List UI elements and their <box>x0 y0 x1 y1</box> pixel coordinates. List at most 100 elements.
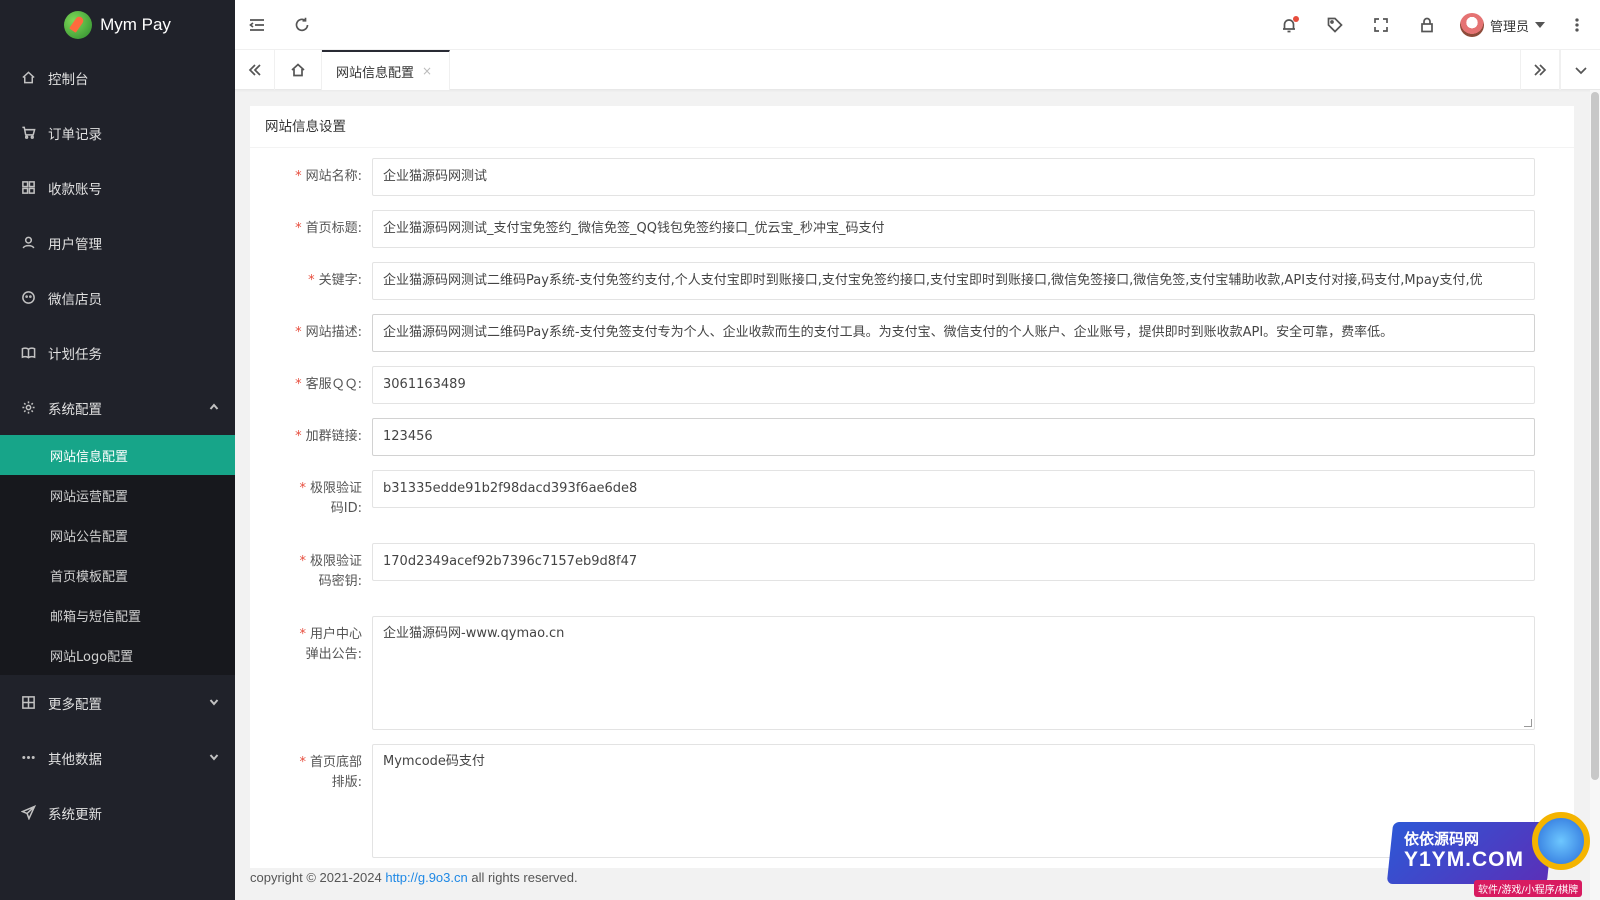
sidebar-item-tasks[interactable]: 计划任务 <box>0 325 235 380</box>
captcha-key-input[interactable]: 170d2349acef92b7396c7157eb9d8f47 <box>372 543 1535 581</box>
label-text: 网站名称: <box>305 169 362 184</box>
label-text: 加群链接: <box>305 429 362 444</box>
sidebar-item-system-update[interactable]: 系统更新 <box>0 785 235 840</box>
sidebar-item-label: 更多配置 <box>48 696 102 713</box>
label-text: 码密钥: <box>318 574 362 589</box>
more-dots-icon <box>20 750 36 766</box>
close-icon[interactable]: × <box>422 64 432 78</box>
footer-link[interactable]: http://g.9o3.cn <box>385 870 467 885</box>
site-name-input[interactable]: 企业猫源码网测试 <box>372 158 1535 196</box>
submenu-item-site-logo[interactable]: 网站Logo配置 <box>0 635 235 675</box>
service-qq-input[interactable]: 3061163489 <box>372 366 1535 404</box>
field-label: * 关键字: <box>270 271 362 291</box>
label-text: 网站描述: <box>305 325 362 340</box>
resize-grip-icon[interactable] <box>1524 719 1532 727</box>
required-mark: * <box>308 273 315 288</box>
tabs-dropdown-icon[interactable] <box>1560 50 1600 90</box>
gear-icon <box>20 400 36 416</box>
description-input[interactable]: 企业猫源码网测试二维码Pay系统-支付免签支付专为个人、企业收款而生的支付工具。… <box>372 314 1535 352</box>
label-text: 排版: <box>331 775 362 790</box>
sidebar-item-wechat-staff[interactable]: 微信店员 <box>0 270 235 325</box>
wechat-icon <box>20 290 36 306</box>
sidebar-item-dashboard[interactable]: 控制台 <box>0 50 235 105</box>
caret-down-icon <box>1535 22 1546 28</box>
captcha-id-input[interactable]: b31335edde91b2f98dacd393f6ae6de8 <box>372 470 1535 508</box>
label-text: 极限验证 <box>309 481 362 496</box>
tabs-scroll-right-icon[interactable] <box>1520 50 1560 90</box>
sidebar-item-label: 系统配置 <box>48 401 102 418</box>
label-text: 首页底部 <box>309 755 362 770</box>
sidebar-item-orders[interactable]: 订单记录 <box>0 105 235 160</box>
tag-icon[interactable] <box>1324 14 1346 36</box>
sidebar-item-label: 收款账号 <box>48 181 102 198</box>
more-vertical-icon[interactable] <box>1566 14 1588 36</box>
collapse-menu-icon[interactable] <box>246 14 268 36</box>
top-header: 管理员 <box>235 0 1600 50</box>
required-mark: * <box>299 481 306 496</box>
label-text: 关键字: <box>318 273 362 288</box>
field-label: * 加群链接: <box>270 427 362 447</box>
field-label: * 极限验证码密钥: <box>270 552 362 592</box>
bell-icon[interactable] <box>1278 14 1300 36</box>
system-config-submenu: 网站信息配置 网站运营配置 网站公告配置 首页模板配置 邮箱与短信配置 网站Lo… <box>0 435 235 675</box>
field-label: * 用户中心 弹出公告: <box>270 625 362 665</box>
fullscreen-icon[interactable] <box>1370 14 1392 36</box>
sidebar-item-users[interactable]: 用户管理 <box>0 215 235 270</box>
required-mark: * <box>295 377 302 392</box>
tabs-scroll-left-icon[interactable] <box>235 50 275 90</box>
sidebar-item-label: 其他数据 <box>48 751 102 768</box>
username: 管理员 <box>1490 19 1530 35</box>
sidebar-item-system-config[interactable]: 系统配置 <box>0 380 235 435</box>
send-icon <box>20 805 36 821</box>
label-text: 用户中心 <box>309 627 362 642</box>
required-mark: * <box>295 169 302 184</box>
watermark-cn-text: 依依源码网 <box>1404 830 1480 848</box>
settings-card: 网站信息设置 * 网站名称: 企业猫源码网测试 * 首页标题: 企业猫源码网测试_支… <box>250 106 1574 868</box>
home-icon <box>20 70 36 86</box>
keywords-input[interactable]: 企业猫源码网测试二维码Pay系统-支付免签约支付,个人支付宝即时到账接口,支付宝… <box>372 262 1535 300</box>
sidebar-item-other-data[interactable]: 其他数据 <box>0 730 235 785</box>
field-label: * 首页底部 排版: <box>270 753 362 793</box>
refresh-icon[interactable] <box>291 14 313 36</box>
sidebar-item-label: 计划任务 <box>48 346 102 363</box>
home-tab-icon[interactable] <box>275 50 322 90</box>
submenu-item-site-info[interactable]: 网站信息配置 <box>0 435 235 475</box>
watermark-tag: 软件/游戏/小程序/棋牌 <box>1474 880 1583 897</box>
required-mark: * <box>299 554 306 569</box>
label-text: 客服ＱＱ: <box>305 377 362 392</box>
sidebar-item-more-config[interactable]: 更多配置 <box>0 675 235 730</box>
home-title-input[interactable]: 企业猫源码网测试_支付宝免签约_微信免签_QQ钱包免签约接口_优云宝_秒冲宝_码… <box>372 210 1535 248</box>
book-icon <box>20 345 36 361</box>
lock-icon[interactable] <box>1416 14 1438 36</box>
cart-icon <box>20 125 36 141</box>
site-info-form: * 网站名称: 企业猫源码网测试 * 首页标题: 企业猫源码网测试_支付宝免签约_微… <box>250 148 1574 858</box>
sidebar-item-accounts[interactable]: 收款账号 <box>0 160 235 215</box>
sidebar-menu: 控制台 订单记录 收款账号 用户管理 微信店员 计划任务 系统配置 <box>0 50 235 435</box>
apps-icon <box>20 180 36 196</box>
footer-suffix: all rights reserved. <box>467 870 578 885</box>
sidebar-item-label: 系统更新 <box>48 806 102 823</box>
group-link-input[interactable]: 123456 <box>372 418 1535 456</box>
scrollbar-thumb[interactable] <box>1591 92 1599 780</box>
submenu-item-email-sms[interactable]: 邮箱与短信配置 <box>0 595 235 635</box>
user-notice-textarea[interactable]: 企业猫源码网-www.qymao.cn <box>372 616 1535 730</box>
label-text: 极限验证 <box>309 554 362 569</box>
rocket-logo-icon <box>64 11 93 39</box>
footer-layout-textarea[interactable]: Mymcode码支付 <box>372 744 1535 858</box>
sidebar-item-label: 订单记录 <box>48 126 102 143</box>
user-menu[interactable]: 管理员 <box>1460 13 1546 37</box>
page-footer: copyright © 2021-2024 http://g.9o3.cn al… <box>250 870 578 885</box>
sidebar: Mym Pay 控制台 订单记录 收款账号 用户管理 微信店员 计划任务 系统配… <box>0 0 235 900</box>
tab-site-info-config[interactable]: 网站信息配置 × <box>322 50 450 90</box>
submenu-item-site-notice[interactable]: 网站公告配置 <box>0 515 235 555</box>
field-label: * 网站描述: <box>270 323 362 343</box>
required-mark: * <box>295 221 302 236</box>
app-logo[interactable]: Mym Pay <box>0 0 235 50</box>
card-title: 网站信息设置 <box>250 106 1574 148</box>
submenu-item-site-operation[interactable]: 网站运营配置 <box>0 475 235 515</box>
sidebar-item-label: 微信店员 <box>48 291 102 308</box>
required-mark: * <box>295 429 302 444</box>
field-label: * 首页标题: <box>270 219 362 239</box>
submenu-item-home-template[interactable]: 首页模板配置 <box>0 555 235 595</box>
footer-prefix: copyright © 2021-2024 <box>250 870 386 885</box>
